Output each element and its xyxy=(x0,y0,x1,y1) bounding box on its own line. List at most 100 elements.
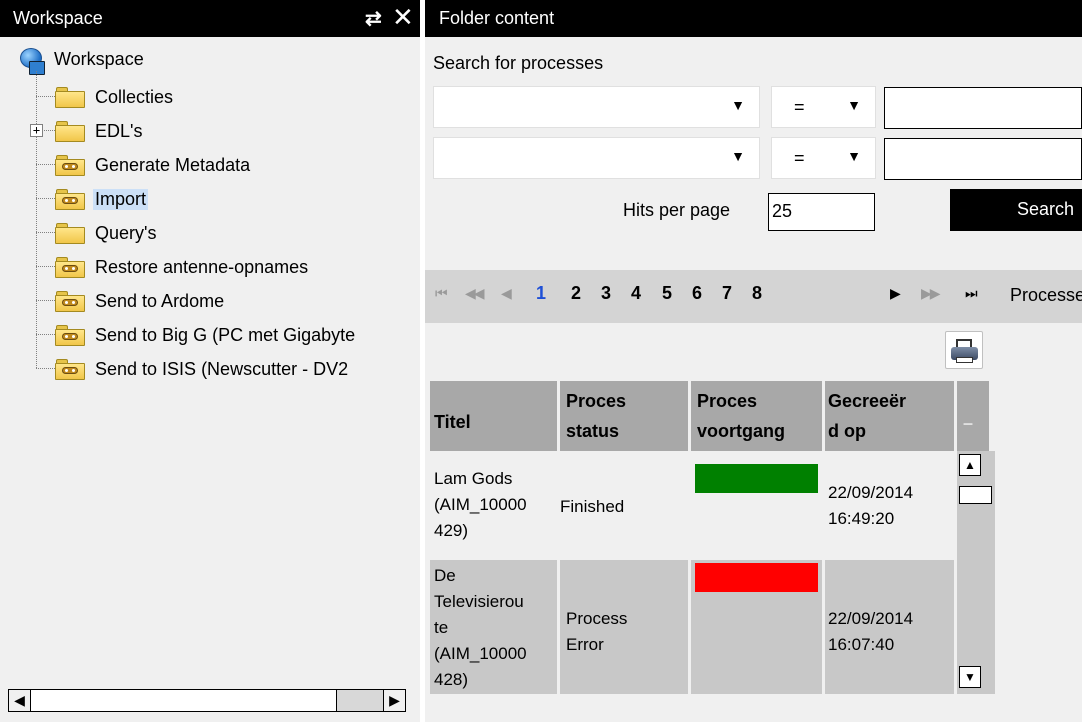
column-header-label: Gecreeër xyxy=(828,391,907,411)
scroll-thumb[interactable] xyxy=(31,690,337,711)
tree-item-label: Collecties xyxy=(95,87,174,107)
filter-value-input-1[interactable] xyxy=(884,87,1082,129)
tree-item-label: EDL's xyxy=(95,121,143,141)
vertical-scrollbar[interactable]: ▲ ▼ xyxy=(957,451,995,694)
folder-icon xyxy=(55,121,85,142)
page-link-5[interactable]: 5 xyxy=(662,283,672,304)
process-folder-icon xyxy=(55,257,85,278)
column-header-label: status xyxy=(566,421,620,441)
filter-operator-select-1[interactable]: = ▼ xyxy=(771,86,876,128)
tree-item-label: Restore antenne-opnames xyxy=(95,257,309,277)
search-button[interactable]: Search xyxy=(950,189,1082,231)
column-header-gecreeerd-op[interactable]: Gecreeër d op xyxy=(825,381,954,451)
table-cell-title[interactable]: Lam Gods (AIM_10000 429) xyxy=(430,460,557,560)
tree-item-generate-metadata[interactable]: Generate Metadata xyxy=(0,148,420,182)
printer-icon[interactable] xyxy=(945,331,983,369)
folder-icon xyxy=(55,223,85,244)
progress-bar xyxy=(695,563,818,592)
created-line: 16:07:40 xyxy=(828,635,895,654)
tree-item-send-to-isis[interactable]: Send to ISIS (Newscutter - DV2 xyxy=(0,352,420,386)
title-line: te xyxy=(434,618,449,637)
processes-label: Processe xyxy=(1010,285,1082,305)
table-corner: – xyxy=(957,381,989,451)
created-line: 16:49:20 xyxy=(828,509,895,528)
corner-mark: – xyxy=(963,413,974,433)
refresh-icon[interactable]: ⇄ xyxy=(365,6,382,31)
title-line: 429) xyxy=(434,521,469,540)
tree-item-label: Import xyxy=(93,189,149,210)
tree-connector-line xyxy=(36,300,55,301)
scroll-left-icon[interactable]: ◀ xyxy=(9,690,31,711)
scroll-track[interactable] xyxy=(337,690,383,711)
page-link-7[interactable]: 7 xyxy=(722,283,732,304)
column-header-label: voortgang xyxy=(697,421,785,441)
chevron-down-icon: ▼ xyxy=(847,148,861,164)
tree-connector-line xyxy=(36,96,55,97)
chevron-down-icon: ▼ xyxy=(847,97,861,113)
page-link-1[interactable]: 1 xyxy=(536,283,546,304)
last-page-icon[interactable]: ⏭ xyxy=(965,285,978,302)
table-cell-created: 22/09/2014 16:49:20 xyxy=(825,460,954,560)
scroll-thumb[interactable] xyxy=(959,486,992,504)
table-cell-created: 22/09/2014 16:07:40 xyxy=(825,560,954,694)
column-header-label: d op xyxy=(828,421,866,441)
tree-item-label: Generate Metadata xyxy=(95,155,251,175)
tree-connector-line xyxy=(36,198,55,199)
column-header-label: Proces xyxy=(697,391,758,411)
fast-forward-icon[interactable]: ▶▶ xyxy=(921,285,940,302)
column-header-label: Titel xyxy=(434,412,471,432)
scroll-right-icon[interactable]: ▶ xyxy=(383,690,405,711)
filter-operator-value: = xyxy=(794,97,805,117)
hits-per-page-label: Hits per page xyxy=(623,200,731,220)
filter-value-input-2[interactable] xyxy=(884,138,1082,180)
folder-content-panel: Folder content Search for processes ▼ = … xyxy=(425,0,1082,722)
prev-page-icon[interactable]: ◀ xyxy=(501,285,512,302)
tree-item-edls[interactable]: + EDL's xyxy=(0,114,420,148)
page-link-3[interactable]: 3 xyxy=(601,283,611,304)
process-folder-icon xyxy=(55,189,85,210)
workspace-title: Workspace xyxy=(13,8,103,28)
page-link-4[interactable]: 4 xyxy=(631,283,641,304)
table-cell-title[interactable]: De Televisierou te (AIM_10000 428) xyxy=(430,560,557,694)
tree-item-send-to-ardome[interactable]: Send to Ardome xyxy=(0,284,420,318)
column-header-titel[interactable]: Titel xyxy=(430,381,557,451)
tree-root-label: Workspace xyxy=(54,49,144,69)
page-link-6[interactable]: 6 xyxy=(692,283,702,304)
tree-item-label: Query's xyxy=(95,223,157,243)
scroll-up-icon[interactable]: ▲ xyxy=(959,454,981,476)
first-page-icon[interactable]: ⏮ xyxy=(435,285,448,302)
filter-field-select-1[interactable]: ▼ xyxy=(433,86,760,128)
tree-item-collecties[interactable]: Collecties xyxy=(0,80,420,114)
workspace-panel: Workspace ⇄ ✕ Workspace Collecties + EDL… xyxy=(0,0,420,722)
filter-operator-select-2[interactable]: = ▼ xyxy=(771,137,876,179)
folder-content-title: Folder content xyxy=(439,8,555,28)
hits-per-page-input[interactable]: 25 xyxy=(768,193,875,231)
tree-item-restore-antenne-opnames[interactable]: Restore antenne-opnames xyxy=(0,250,420,284)
tree-connector-line xyxy=(36,164,55,165)
tree-connector-line xyxy=(36,266,55,267)
close-icon[interactable]: ✕ xyxy=(392,2,414,33)
page-link-8[interactable]: 8 xyxy=(752,283,762,304)
next-page-icon[interactable]: ▶ xyxy=(890,285,901,302)
column-header-label: Proces xyxy=(566,391,627,411)
column-header-proces-status[interactable]: Proces status xyxy=(560,381,688,451)
filter-operator-value: = xyxy=(794,148,805,168)
horizontal-scrollbar[interactable]: ◀ ▶ xyxy=(8,689,406,712)
title-line: 428) xyxy=(434,670,469,689)
title-line: (AIM_10000 xyxy=(434,644,527,663)
page-link-2[interactable]: 2 xyxy=(571,283,581,304)
tree-item-send-to-big-g[interactable]: Send to Big G (PC met Gigabyte xyxy=(0,318,420,352)
fast-back-icon[interactable]: ◀◀ xyxy=(465,285,484,302)
folder-content-header: Folder content xyxy=(425,0,1082,37)
chevron-down-icon: ▼ xyxy=(731,97,745,113)
created-line: 22/09/2014 xyxy=(828,483,914,502)
tree-item-import[interactable]: Import xyxy=(0,182,420,216)
filter-field-select-2[interactable]: ▼ xyxy=(433,137,760,179)
column-header-proces-voortgang[interactable]: Proces voortgang xyxy=(691,381,822,451)
expand-icon[interactable]: + xyxy=(30,124,43,137)
status-text: Process xyxy=(566,609,628,628)
table-cell-progress xyxy=(691,460,822,560)
search-label: Search for processes xyxy=(433,53,604,73)
tree-item-querys[interactable]: Query's xyxy=(0,216,420,250)
scroll-down-icon[interactable]: ▼ xyxy=(959,666,981,688)
